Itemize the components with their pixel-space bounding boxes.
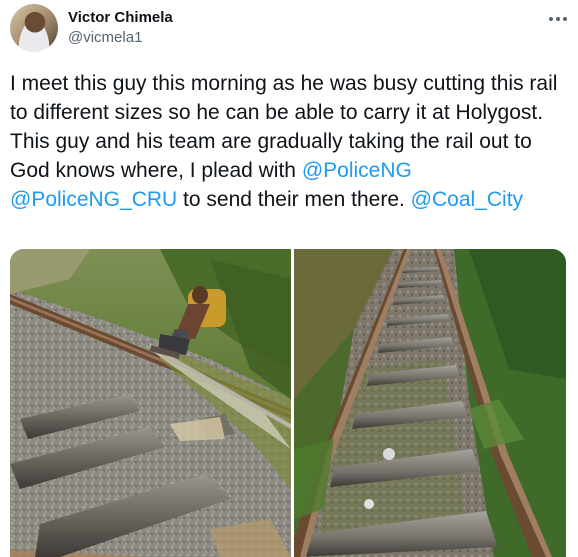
tweet-text-intro: I meet this guy this morning as he was b… <box>10 72 564 182</box>
author-display-name[interactable]: Victor Chimela <box>68 8 173 28</box>
mention-coal-city[interactable]: @Coal_City <box>411 188 523 211</box>
tweet-text: I meet this guy this morning as he was b… <box>10 69 566 214</box>
author-names: Victor Chimela @vicmela1 <box>68 8 173 48</box>
tweet-media <box>10 249 566 557</box>
tweet-header: Victor Chimela @vicmela1 <box>10 4 570 56</box>
more-options-icon[interactable] <box>546 10 570 28</box>
tweet-card: Victor Chimela @vicmela1 I meet this guy… <box>0 0 578 557</box>
photo-man-cutting-rail[interactable] <box>10 249 291 557</box>
author-handle[interactable]: @vicmela1 <box>68 28 173 48</box>
mention-policeng[interactable]: @PoliceNG <box>302 159 412 182</box>
author-avatar[interactable] <box>10 4 58 52</box>
photo-railway-track[interactable] <box>294 249 566 557</box>
mention-policeng-cru[interactable]: @PoliceNG_CRU <box>10 188 177 211</box>
tweet-text-outro: to send their men there. <box>177 188 411 211</box>
